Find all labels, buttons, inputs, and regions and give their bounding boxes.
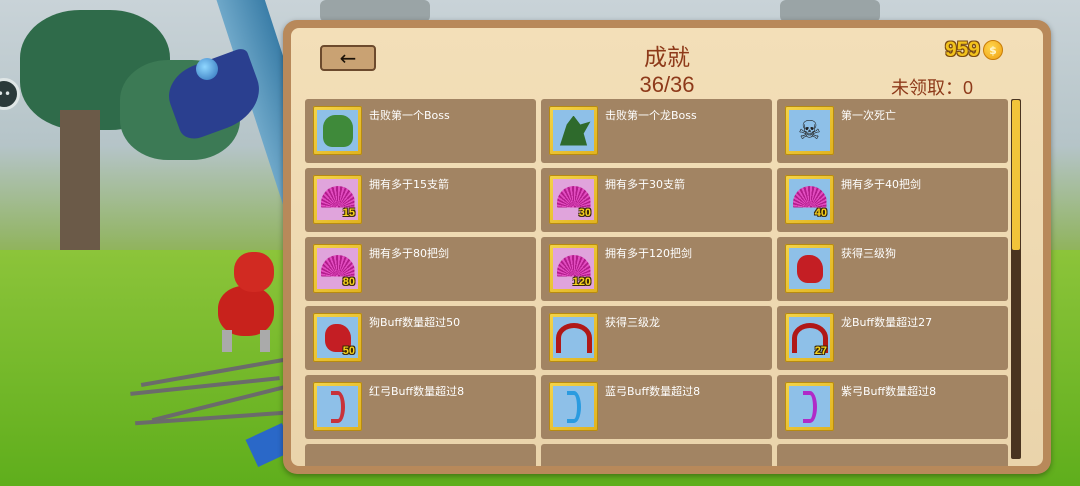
achievement-card[interactable]: 80 拥有多于80把剑: [305, 237, 536, 301]
coin-icon: $: [983, 40, 1003, 60]
achievement-card[interactable]: [777, 444, 1008, 466]
achievement-label: 龙Buff数量超过27: [841, 316, 933, 329]
achievement-label: 拥有多于30支箭: [605, 178, 685, 191]
achievement-card[interactable]: [305, 444, 536, 466]
sword-fan-icon: [320, 254, 355, 277]
achievement-badge: 15: [342, 207, 355, 219]
achievement-icon-frame: 27: [785, 313, 834, 362]
arrow-pile: [130, 357, 299, 440]
achievement-icon-frame: ☠: [785, 106, 834, 155]
sword-fan-icon: [792, 185, 827, 208]
achievement-grid: 击败第一个Boss 击败第一个龙Boss ☠ 第一次死亡 15 拥有多于15支箭…: [305, 99, 1009, 466]
achievement-icon-frame: [549, 106, 598, 155]
panel-parchment: ← 成就 36/36 959 $ 未领取：0 击败第一个Boss 击败第一个龙B…: [291, 28, 1043, 466]
achievement-icon-frame: [785, 382, 834, 431]
skull-icon: ☠: [797, 115, 822, 146]
achievement-card[interactable]: 27 龙Buff数量超过27: [777, 306, 1008, 370]
achievement-card[interactable]: 15 拥有多于15支箭: [305, 168, 536, 232]
achievement-label: 第一次死亡: [841, 109, 896, 122]
rock: [780, 0, 880, 22]
achievement-badge: 80: [342, 276, 355, 288]
achievement-badge: 40: [814, 207, 827, 219]
achievement-card[interactable]: 50 狗Buff数量超过50: [305, 306, 536, 370]
scrollbar-thumb[interactable]: [1012, 100, 1020, 250]
dragon-icon: [559, 115, 591, 146]
achievement-icon-frame: [785, 244, 834, 293]
achievement-card[interactable]: 40 拥有多于40把剑: [777, 168, 1008, 232]
unclaimed-label: 未领取：: [890, 78, 963, 99]
arrow-fan-icon: [556, 185, 591, 208]
achievement-label: 击败第一个Boss: [369, 109, 450, 122]
achievement-label: 获得三级龙: [605, 316, 660, 329]
achievement-card[interactable]: 红弓Buff数量超过8: [305, 375, 536, 439]
achievement-icon-frame: [549, 313, 598, 362]
achievement-card[interactable]: [541, 444, 772, 466]
red-dragon-icon: [555, 322, 592, 353]
achievement-label: 蓝弓Buff数量超过8: [605, 385, 701, 398]
achievement-badge: 30: [578, 207, 591, 219]
coin-amount: 959: [944, 38, 980, 61]
rock: [320, 0, 430, 22]
coin-counter: 959 $: [945, 38, 1003, 62]
achievement-icon-frame: 40: [785, 175, 834, 224]
achievement-label: 拥有多于15支箭: [369, 178, 449, 191]
achievement-icon-frame: 50: [313, 313, 362, 362]
achievement-icon-frame: [549, 382, 598, 431]
achievement-card[interactable]: 获得三级狗: [777, 237, 1008, 301]
achievement-card[interactable]: 120 拥有多于120把剑: [541, 237, 772, 301]
purple-bow-icon: [802, 390, 817, 423]
face-icon[interactable]: ••: [0, 78, 20, 110]
sword-gem: [196, 58, 218, 80]
achievement-icon-frame: 15: [313, 175, 362, 224]
achievement-label: 狗Buff数量超过50: [369, 316, 461, 329]
achievement-card[interactable]: 30 拥有多于30支箭: [541, 168, 772, 232]
achievement-label: 紫弓Buff数量超过8: [841, 385, 937, 398]
achievement-label: 获得三级狗: [841, 247, 896, 260]
unclaimed-count: 未领取：0: [891, 74, 973, 100]
boss-icon: [322, 114, 353, 147]
achievement-badge: 50: [342, 345, 355, 357]
achievements-panel: ← 成就 36/36 959 $ 未领取：0 击败第一个Boss 击败第一个龙B…: [283, 20, 1051, 474]
achievement-card[interactable]: 蓝弓Buff数量超过8: [541, 375, 772, 439]
scrollbar[interactable]: [1011, 99, 1021, 459]
page-title: 成就: [644, 45, 690, 71]
achievement-card[interactable]: 击败第一个龙Boss: [541, 99, 772, 163]
arrow-fan-icon: [320, 185, 355, 208]
achievement-label: 拥有多于40把剑: [841, 178, 921, 191]
achievement-icon-frame: [313, 106, 362, 155]
red-bow-icon: [330, 390, 345, 423]
blue-bow-icon: [566, 390, 581, 423]
unclaimed-value: 0: [962, 78, 973, 98]
achievement-icon-frame: 120: [549, 244, 598, 293]
achievement-label: 拥有多于120把剑: [605, 247, 692, 260]
achievement-label: 拥有多于80把剑: [369, 247, 449, 260]
achievement-card[interactable]: 紫弓Buff数量超过8: [777, 375, 1008, 439]
achievement-badge: 120: [572, 276, 591, 288]
achievement-badge: 27: [814, 345, 827, 357]
achievement-label: 红弓Buff数量超过8: [369, 385, 465, 398]
red-dog-icon: [796, 254, 823, 283]
achievement-icon-frame: [313, 382, 362, 431]
tree-trunk: [60, 110, 100, 270]
achievement-label: 击败第一个龙Boss: [605, 109, 697, 122]
achievement-card[interactable]: ☠ 第一次死亡: [777, 99, 1008, 163]
achievement-card[interactable]: 击败第一个Boss: [305, 99, 536, 163]
sword-fan-icon: [556, 254, 591, 277]
achievement-icon-frame: 30: [549, 175, 598, 224]
achievement-icon-frame: 80: [313, 244, 362, 293]
achievement-card[interactable]: 获得三级龙: [541, 306, 772, 370]
red-dog-character: [212, 252, 282, 352]
